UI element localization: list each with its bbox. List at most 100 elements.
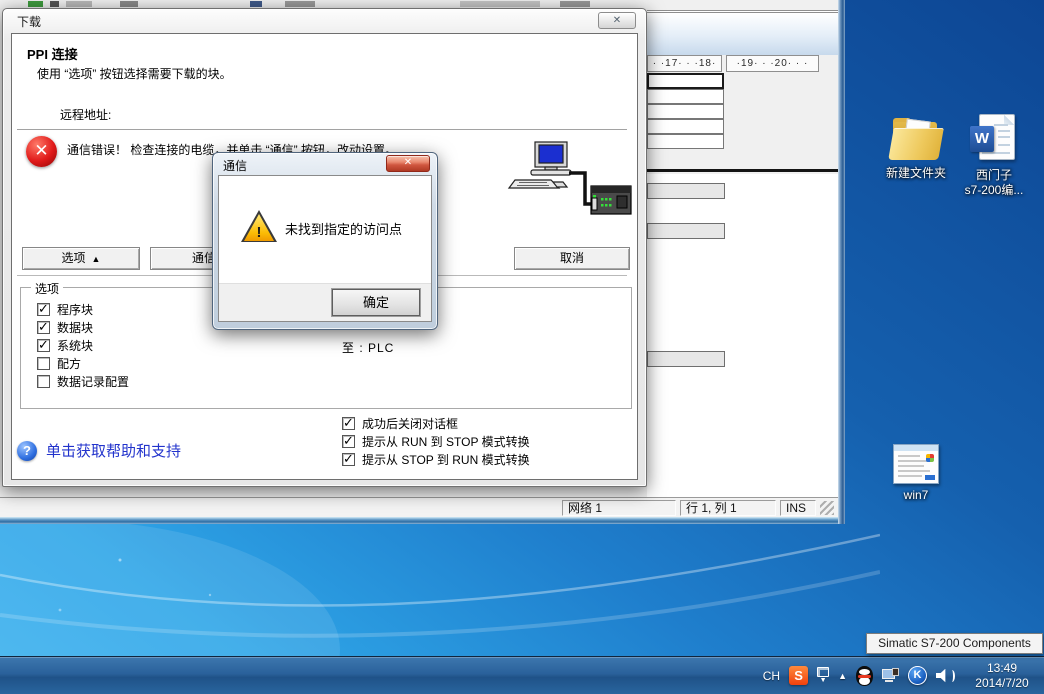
checkbox-label: 系统块 bbox=[57, 337, 93, 354]
checkbox[interactable]: ✓ bbox=[342, 417, 355, 430]
taskbar[interactable]: CH S ▼ ▲ K 13 bbox=[0, 656, 1044, 694]
error-x-glyph: ✕ bbox=[34, 141, 48, 160]
qq-icon[interactable] bbox=[856, 666, 873, 686]
checkbox-label: 成功后关闭对话框 bbox=[362, 415, 458, 432]
editor-header-panel bbox=[647, 13, 838, 55]
page-line bbox=[998, 130, 1010, 132]
warning-exclamation: ! bbox=[241, 224, 277, 241]
status-bar: 网络 1 行 1, 列 1 INS bbox=[0, 497, 838, 517]
table-cell-selected[interactable] bbox=[647, 73, 724, 89]
show-hidden-icons-arrow[interactable]: ▲ bbox=[838, 671, 847, 681]
checkbox[interactable]: ✓ bbox=[342, 453, 355, 466]
qq-face bbox=[859, 669, 870, 675]
network-title-field[interactable] bbox=[647, 351, 725, 367]
word-w-badge: W bbox=[970, 126, 994, 152]
wallpaper-swoosh-art bbox=[0, 500, 880, 670]
close-icon: ✕ bbox=[404, 157, 412, 168]
popup-close-button[interactable]: ✕ bbox=[386, 155, 430, 172]
icon-label: 西门子 s7-200编... bbox=[954, 168, 1034, 198]
remote-address-label: 远程地址: bbox=[60, 106, 111, 123]
checkbox-row-data-block[interactable]: ✓ 数据块 bbox=[37, 320, 93, 334]
toolbar-fragment bbox=[28, 1, 43, 7]
checkbox-row-system-block[interactable]: ✓ 系统块 bbox=[37, 338, 93, 352]
communication-popup: 通信 ✕ ! 未找到指定的访问点 确定 bbox=[212, 152, 438, 330]
windows-flag-icon bbox=[926, 454, 934, 462]
pc-suite-icon[interactable] bbox=[882, 668, 899, 683]
pc-to-plc-illustration bbox=[507, 140, 632, 220]
help-link-text: 单击获取帮助和支持 bbox=[46, 440, 181, 461]
help-link[interactable]: ? 单击获取帮助和支持 bbox=[17, 440, 181, 461]
ime-toolbar-icon[interactable]: ▼ bbox=[817, 667, 829, 684]
page-line bbox=[998, 136, 1010, 138]
ppi-connection-title: PPI 连接 bbox=[27, 44, 78, 63]
checkbox-label: 配方 bbox=[57, 355, 81, 372]
page-line bbox=[994, 124, 1008, 126]
volume-icon[interactable] bbox=[936, 669, 955, 683]
cancel-button[interactable]: 取消 bbox=[514, 247, 630, 270]
page-line bbox=[982, 152, 1010, 154]
table-cell[interactable] bbox=[647, 134, 724, 149]
icon-label-line1: 西门子 bbox=[954, 168, 1034, 183]
network-title-field[interactable] bbox=[647, 223, 725, 239]
desktop-icon-new-folder[interactable]: 新建文件夹 bbox=[876, 116, 956, 181]
qq-belly bbox=[859, 677, 870, 685]
ime-square bbox=[817, 667, 829, 677]
checkbox[interactable]: ✓ bbox=[37, 339, 50, 352]
resize-grip[interactable] bbox=[820, 501, 834, 515]
monitor-flag bbox=[892, 668, 899, 676]
checkbox-row-close-on-success[interactable]: ✓ 成功后关闭对话框 bbox=[342, 416, 458, 430]
desktop: · ·17· · ·18· ·19· · ·20· · · 网络 1 行 1, … bbox=[0, 0, 1044, 694]
checkbox-row-prompt-stop-to-run[interactable]: ✓ 提示从 STOP 到 RUN 模式转换 bbox=[342, 452, 530, 466]
options-button[interactable]: 选项▲ bbox=[22, 247, 140, 270]
checkbox[interactable]: ✓ bbox=[37, 303, 50, 316]
checkbox[interactable]: ✓ bbox=[37, 321, 50, 334]
ruler-segment: · ·17· · ·18· bbox=[647, 55, 722, 72]
window-bottom-border bbox=[0, 517, 845, 524]
desktop-icon-word-document[interactable]: W 西门子 s7-200编... bbox=[954, 114, 1034, 198]
checkbox-row-program-block[interactable]: ✓ 程序块 bbox=[37, 302, 93, 316]
checkbox-row-prompt-run-to-stop[interactable]: ✓ 提示从 RUN 到 STOP 模式转换 bbox=[342, 434, 530, 448]
checkbox-row-data-log-config[interactable]: 数据记录配置 bbox=[37, 374, 129, 388]
input-language-indicator[interactable]: CH bbox=[763, 669, 780, 683]
checkbox[interactable] bbox=[37, 375, 50, 388]
editor-divider bbox=[647, 169, 838, 172]
toolbar-fragment bbox=[285, 1, 315, 7]
ruler-segment: ·19· · ·20· · · bbox=[726, 55, 819, 72]
icon-label: win7 bbox=[876, 488, 956, 503]
warning-icon: ! bbox=[241, 210, 277, 242]
ok-button[interactable]: 确定 bbox=[332, 289, 420, 316]
tray-tooltip: Simatic S7-200 Components bbox=[866, 633, 1043, 654]
popup-body: ! 未找到指定的访问点 确定 bbox=[218, 175, 432, 322]
close-button[interactable]: ✕ bbox=[598, 12, 636, 29]
table-cell[interactable] bbox=[647, 89, 724, 104]
sogou-pinyin-icon[interactable]: S bbox=[789, 666, 808, 685]
close-icon: ✕ bbox=[613, 15, 621, 26]
checkbox-row-recipe[interactable]: 配方 bbox=[37, 356, 81, 370]
window-right-border bbox=[838, 0, 845, 524]
speaker-shape bbox=[936, 669, 949, 683]
thumb-line bbox=[898, 465, 924, 467]
status-insert-mode: INS bbox=[780, 500, 816, 516]
chevron-down-icon: ▼ bbox=[820, 678, 827, 684]
network-title-field[interactable] bbox=[647, 183, 725, 199]
download-dialog-title: 下载 bbox=[17, 13, 41, 30]
word-document-icon: W bbox=[970, 114, 1018, 164]
desktop-icon-win7[interactable]: win7 bbox=[876, 444, 956, 503]
table-cell[interactable] bbox=[647, 119, 724, 134]
clock-time: 13:49 bbox=[964, 661, 1040, 676]
checkbox-label: 提示从 RUN 到 STOP 模式转换 bbox=[362, 433, 530, 450]
clock[interactable]: 13:49 2014/7/20 bbox=[964, 661, 1040, 691]
thumb-line bbox=[898, 475, 922, 477]
checkbox[interactable]: ✓ bbox=[342, 435, 355, 448]
checkbox[interactable] bbox=[37, 357, 50, 370]
k-app-icon[interactable]: K bbox=[908, 666, 927, 685]
system-tray: CH S ▼ ▲ K 13 bbox=[763, 657, 1040, 694]
options-button-label: 选项 bbox=[62, 251, 86, 265]
error-icon: ✕ bbox=[26, 136, 57, 167]
toolbar-fragment bbox=[460, 1, 540, 7]
thumb-header bbox=[894, 445, 938, 451]
popup-footer: 确定 bbox=[219, 283, 431, 321]
page-line bbox=[998, 144, 1010, 146]
window-thumbnail-icon bbox=[893, 444, 939, 484]
table-cell[interactable] bbox=[647, 104, 724, 119]
